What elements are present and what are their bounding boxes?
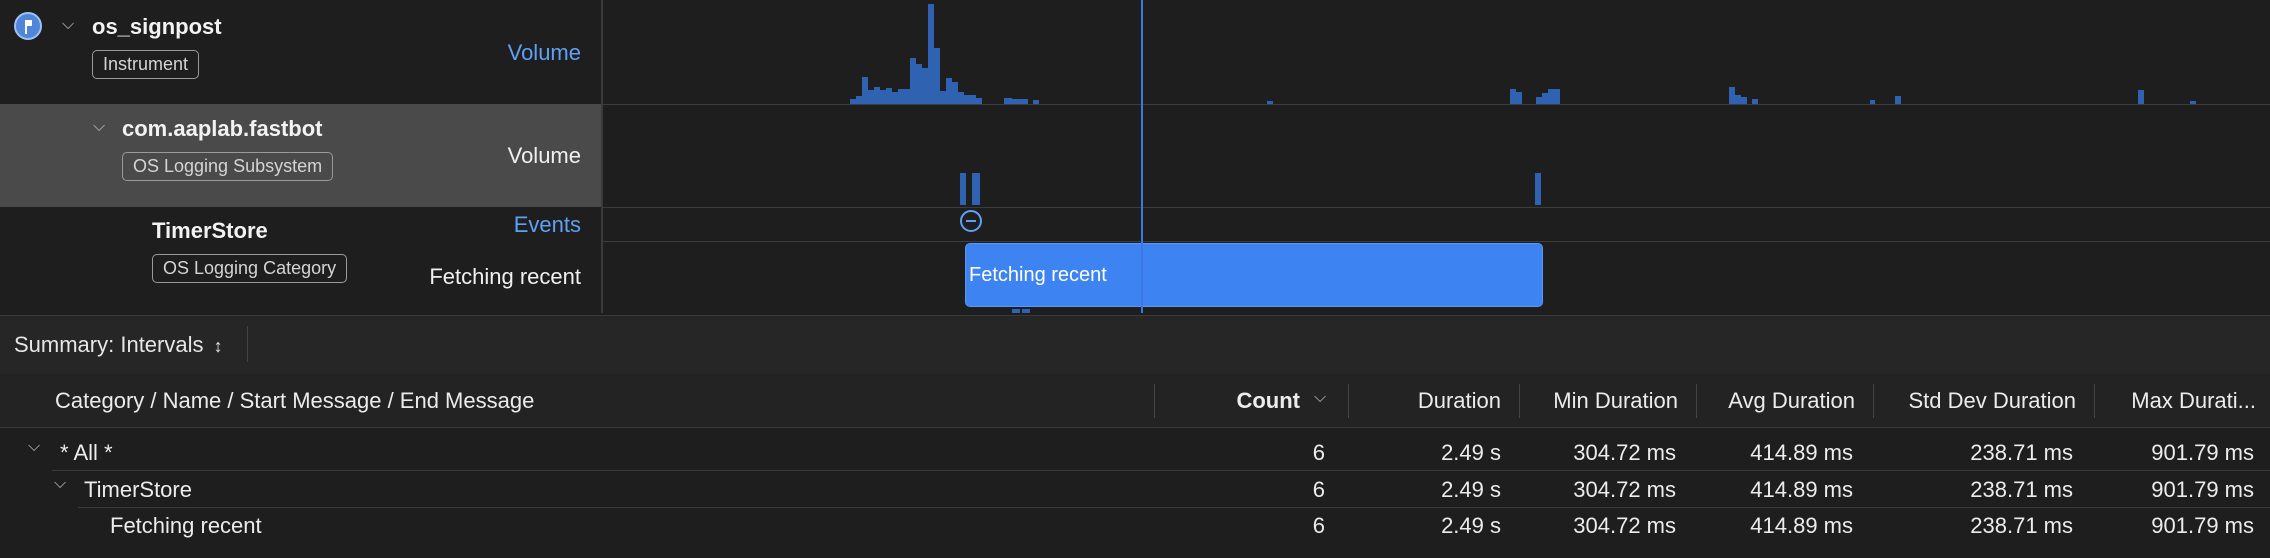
volume-bar xyxy=(1267,101,1273,104)
volume-bar xyxy=(1033,100,1039,104)
volume-bar xyxy=(1895,96,1901,104)
row-name: TimerStore xyxy=(84,477,192,502)
table-row[interactable]: ⌵ * All * 6 2.49 s 304.72 ms 414.89 ms 2… xyxy=(0,434,2270,470)
volume-bar xyxy=(1004,98,1012,104)
chevron-down-icon[interactable]: ⌵ xyxy=(28,438,40,456)
subsystem-volume-lane-label[interactable]: Volume xyxy=(508,143,581,169)
cell-std-dev-duration: 238.71 ms xyxy=(1970,513,2073,538)
cell-count: 6 xyxy=(1312,477,1325,502)
summary-label: Summary: Intervals xyxy=(14,332,204,357)
cell-avg-duration: 414.89 ms xyxy=(1750,477,1853,502)
cell-min-duration: 304.72 ms xyxy=(1573,440,1676,465)
volume-bar xyxy=(1752,99,1758,104)
chevron-down-icon[interactable]: ⌵ xyxy=(1314,389,1326,407)
column-divider[interactable] xyxy=(1348,384,1349,418)
chevron-down-icon[interactable]: ⌵ xyxy=(62,16,74,34)
column-header-count[interactable]: Count xyxy=(1160,388,1300,414)
updown-chevron-icon: ↕ xyxy=(213,336,223,356)
instrument-name: os_signpost xyxy=(92,14,222,39)
summary-bar: Summary: Intervals ↕ xyxy=(0,315,2270,375)
instrument-tag: Instrument xyxy=(92,50,200,79)
volume-bar xyxy=(972,173,980,205)
cell-avg-duration: 414.89 ms xyxy=(1750,513,1853,538)
volume-bar xyxy=(1012,309,1020,313)
subsystem-name: com.aaplab.fastbot xyxy=(122,116,323,141)
events-lane-label[interactable]: Events xyxy=(514,212,581,238)
row-name: * All * xyxy=(60,440,113,465)
volume-bar xyxy=(1022,309,1030,313)
table-body: ⌵ * All * 6 2.49 s 304.72 ms 414.89 ms 2… xyxy=(0,428,2270,558)
instrument-volume-lane-label[interactable]: Volume xyxy=(508,40,581,66)
cell-duration: 2.49 s xyxy=(1441,513,1501,538)
cell-duration: 2.49 s xyxy=(1441,440,1501,465)
category-name: TimerStore xyxy=(152,218,268,243)
column-divider[interactable] xyxy=(2094,384,2095,418)
interval-fetching-recent[interactable]: Fetching recent xyxy=(965,243,1543,307)
cell-std-dev-duration: 238.71 ms xyxy=(1970,440,2073,465)
playhead[interactable] xyxy=(1141,0,1143,313)
cell-avg-duration: 414.89 ms xyxy=(1750,440,1853,465)
cell-max-duration: 901.79 ms xyxy=(2151,513,2254,538)
track-separator xyxy=(603,104,2270,105)
table-header: Category / Name / Start Message / End Me… xyxy=(0,374,2270,428)
volume-bar xyxy=(976,98,982,104)
volume-bar xyxy=(1020,99,1028,104)
column-header-avg-duration[interactable]: Avg Duration xyxy=(1703,388,1855,414)
column-header-name[interactable]: Category / Name / Start Message / End Me… xyxy=(55,388,534,414)
volume-bar xyxy=(1535,173,1541,205)
column-divider[interactable] xyxy=(1519,384,1520,418)
column-header-min-duration[interactable]: Min Duration xyxy=(1526,388,1678,414)
cell-min-duration: 304.72 ms xyxy=(1573,477,1676,502)
divider xyxy=(247,326,248,362)
column-divider[interactable] xyxy=(1154,384,1155,418)
interval-lane-label[interactable]: Fetching recent xyxy=(429,264,581,290)
table-row[interactable]: Fetching recent 6 2.49 s 304.72 ms 414.8… xyxy=(0,507,2270,543)
cell-count: 6 xyxy=(1312,440,1325,465)
row-name: Fetching recent xyxy=(110,513,262,538)
volume-bar xyxy=(1516,92,1522,104)
summary-popup-button[interactable]: Summary: Intervals ↕ xyxy=(14,332,223,358)
cell-count: 6 xyxy=(1312,513,1325,538)
event-marker-icon[interactable] xyxy=(960,210,982,232)
cell-duration: 2.49 s xyxy=(1441,477,1501,502)
column-divider[interactable] xyxy=(1696,384,1697,418)
column-header-std-dev-duration[interactable]: Std Dev Duration xyxy=(1880,388,2076,414)
column-divider[interactable] xyxy=(1873,384,1874,418)
volume-bar xyxy=(2138,90,2144,104)
volume-bar xyxy=(1554,89,1560,104)
cell-max-duration: 901.79 ms xyxy=(2151,440,2254,465)
cell-std-dev-duration: 238.71 ms xyxy=(1970,477,2073,502)
chevron-down-icon[interactable]: ⌵ xyxy=(93,118,105,136)
volume-bar xyxy=(960,173,966,205)
volume-bar xyxy=(2190,101,2196,104)
column-header-max-duration[interactable]: Max Durati... xyxy=(2101,388,2256,414)
volume-bar xyxy=(1741,97,1747,104)
signpost-flag-icon xyxy=(14,12,42,40)
track-separator xyxy=(603,207,2270,208)
chevron-down-icon[interactable]: ⌵ xyxy=(54,475,66,493)
volume-bar xyxy=(1012,99,1020,104)
cell-min-duration: 304.72 ms xyxy=(1573,513,1676,538)
category-tag: OS Logging Category xyxy=(152,254,348,283)
volume-bar xyxy=(1870,100,1875,104)
subsystem-tag: OS Logging Subsystem xyxy=(122,152,334,181)
column-header-duration[interactable]: Duration xyxy=(1356,388,1501,414)
table-row[interactable]: ⌵ TimerStore 6 2.49 s 304.72 ms 414.89 m… xyxy=(0,471,2270,507)
lane-separator xyxy=(603,241,2270,242)
cell-max-duration: 901.79 ms xyxy=(2151,477,2254,502)
